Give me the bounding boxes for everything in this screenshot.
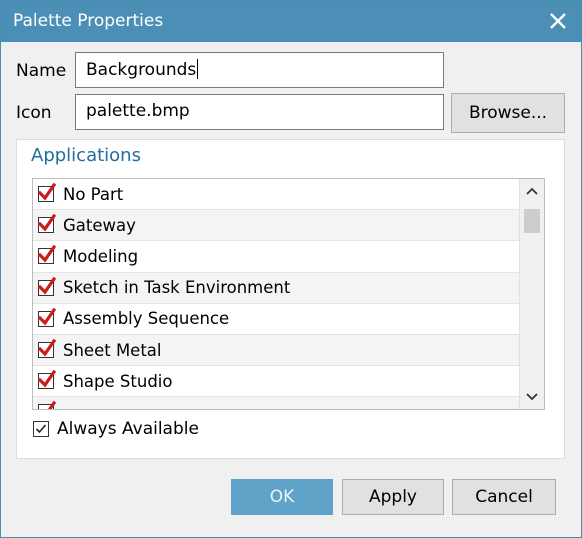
list-item[interactable]: No Part	[33, 179, 520, 211]
list-item[interactable]: Assembly Sequence	[33, 304, 520, 335]
checkmark-icon	[38, 307, 56, 326]
list-item[interactable]: Sketch in Task Environment	[33, 272, 520, 304]
applications-list: No Part Gateway Modeling Sketch in Task Env…	[32, 178, 545, 410]
application-label: Assembly Sequence	[63, 309, 230, 329]
application-checkbox[interactable]	[38, 276, 56, 296]
application-checkbox[interactable]	[38, 214, 56, 234]
name-field[interactable]: Backgrounds	[75, 52, 444, 88]
checkmark-icon	[48, 401, 56, 409]
application-label: No Part	[63, 184, 124, 204]
name-label: Name	[16, 61, 67, 81]
chevron-down-icon	[526, 393, 538, 401]
application-checkbox[interactable]	[38, 307, 56, 327]
palette-properties-dialog: Palette Properties Name Backgrounds Icon…	[0, 0, 582, 538]
application-checkbox[interactable]	[38, 182, 56, 203]
scroll-down-button[interactable]	[520, 385, 544, 409]
always-available-checkbox[interactable]: Always Available	[33, 419, 199, 439]
applications-title: Applications	[31, 145, 141, 166]
title-bar: Palette Properties	[1, 1, 581, 42]
checkmark-icon	[38, 338, 56, 357]
list-item[interactable]: Gateway	[33, 210, 520, 242]
application-label: Shape Studio	[63, 371, 173, 391]
application-label: Modeling	[63, 246, 139, 266]
application-checkbox[interactable]	[38, 369, 56, 390]
close-icon	[550, 13, 566, 29]
apply-button[interactable]: Apply	[342, 479, 444, 515]
application-label: Sheet Metal	[63, 340, 162, 360]
checkmark-icon	[38, 276, 56, 295]
browse-button[interactable]: Browse...	[451, 93, 565, 133]
application-checkbox[interactable]	[38, 401, 56, 409]
application-label: Sketch in Task Environment	[63, 278, 291, 298]
vertical-scrollbar[interactable]	[519, 179, 544, 409]
checkmark-icon	[38, 214, 56, 232]
text-caret	[197, 59, 199, 79]
checkmark-icon	[38, 369, 56, 388]
icon-field[interactable]: palette.bmp	[75, 94, 444, 130]
dialog-title: Palette Properties	[13, 11, 164, 31]
checkmark-icon	[38, 245, 56, 263]
list-item[interactable]: Shape Studio	[33, 366, 520, 398]
icon-label: Icon	[16, 103, 52, 123]
always-available-label: Always Available	[57, 419, 199, 439]
application-checkbox[interactable]	[38, 245, 56, 265]
always-available-box[interactable]	[33, 421, 49, 437]
application-label: Gateway	[63, 215, 136, 235]
list-item[interactable]: Modeling	[33, 241, 520, 273]
applications-group: Applications No Part Gateway Modeling Sketc…	[16, 139, 565, 459]
list-item[interactable]: Sheet Metal	[33, 334, 520, 367]
close-button[interactable]	[541, 5, 575, 37]
scroll-thumb[interactable]	[524, 209, 540, 233]
icon-value: palette.bmp	[86, 101, 190, 121]
checkmark-icon	[38, 182, 56, 201]
checkmark-icon	[35, 424, 47, 434]
application-checkbox[interactable]	[38, 338, 56, 359]
name-value: Backgrounds	[86, 60, 197, 80]
chevron-up-icon	[526, 187, 538, 195]
scroll-up-button[interactable]	[520, 179, 544, 203]
ok-button[interactable]: OK	[231, 479, 333, 515]
list-item[interactable]	[33, 397, 520, 409]
cancel-button[interactable]: Cancel	[452, 479, 556, 515]
applications-rows: No Part Gateway Modeling Sketch in Task Env…	[33, 179, 544, 409]
